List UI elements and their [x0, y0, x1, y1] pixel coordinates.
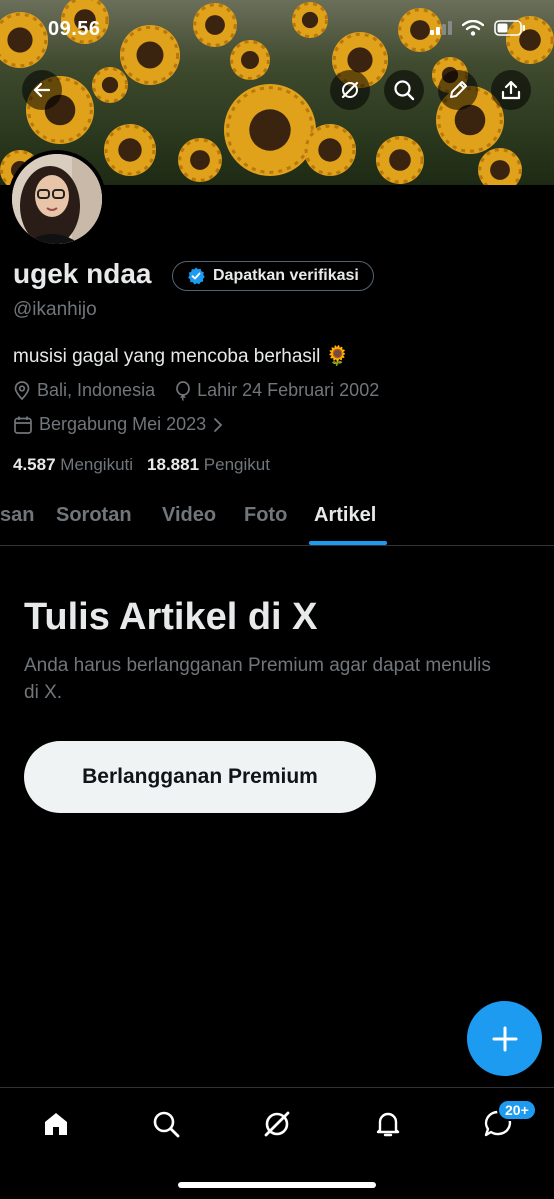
pencil-icon	[450, 81, 467, 98]
share-icon	[501, 80, 521, 100]
following-link[interactable]: 4.587 Mengikuti	[13, 455, 133, 475]
follow-stats: 4.587 Mengikuti 18.881 Pengikut	[13, 455, 270, 475]
birth-text: Lahir 24 Februari 2002	[197, 380, 380, 400]
profile-name: ugek ndaa	[13, 258, 152, 289]
followers-count: 18.881	[147, 455, 200, 474]
balloon-icon	[176, 380, 190, 401]
calendar-icon	[14, 416, 32, 434]
location-pin-icon	[14, 380, 30, 400]
chevron-right-icon	[214, 417, 223, 432]
location-item: Bali, Indonesia	[13, 380, 155, 401]
profile-meta-row: Bali, Indonesia Lahir 24 Februari 2002	[13, 380, 379, 401]
compose-button[interactable]	[467, 1001, 542, 1076]
messages-badge: 20+	[497, 1099, 537, 1121]
arrow-left-icon	[33, 82, 51, 98]
wifi-icon	[462, 20, 484, 36]
joined-row[interactable]: Bergabung Mei 2023	[13, 414, 224, 435]
nav-search[interactable]	[146, 1104, 186, 1144]
search-icon	[153, 1111, 180, 1138]
tab-balasan[interactable]: san	[0, 504, 34, 527]
profile-handle: @ikanhijo	[13, 299, 97, 320]
tab-artikel[interactable]: Artikel	[314, 504, 376, 527]
grok-button[interactable]	[330, 70, 370, 110]
home-icon	[45, 1113, 67, 1135]
get-verified-label: Dapatkan verifikasi	[213, 267, 359, 284]
nav-notifications[interactable]	[368, 1104, 408, 1144]
promo-description: Anda harus berlangganan Premium agar dap…	[24, 655, 491, 703]
promo-title: Tulis Artikel di X	[24, 596, 318, 638]
status-time: 09.56	[48, 18, 101, 40]
grok-icon	[341, 81, 359, 99]
plus-icon	[492, 1026, 517, 1051]
cellular-signal-icon	[430, 21, 452, 35]
battery-icon	[494, 20, 525, 36]
subscribe-premium-button[interactable]: Berlangganan Premium	[24, 741, 376, 813]
nav-grok[interactable]	[257, 1104, 297, 1144]
joined-text: Bergabung Mei 2023	[39, 414, 207, 434]
location-text: Bali, Indonesia	[37, 380, 156, 400]
tab-video[interactable]: Video	[162, 504, 216, 527]
avatar-image	[12, 154, 102, 244]
tab-foto[interactable]: Foto	[244, 504, 287, 527]
home-indicator	[178, 1182, 376, 1188]
profile-tabs: san Sorotan Video Foto Artikel	[0, 498, 554, 546]
nav-home[interactable]	[36, 1104, 76, 1144]
search-icon	[394, 80, 415, 101]
followers-label: Pengikut	[203, 455, 270, 474]
back-button[interactable]	[22, 70, 62, 110]
search-button[interactable]	[384, 70, 424, 110]
bell-icon	[376, 1112, 400, 1137]
get-verified-button[interactable]: Dapatkan verifikasi	[172, 261, 374, 291]
followers-link[interactable]: 18.881 Pengikut	[147, 455, 270, 475]
verified-badge-icon	[188, 267, 205, 285]
grok-icon	[264, 1111, 290, 1137]
tab-sorotan[interactable]: Sorotan	[56, 504, 132, 527]
profile-bio: musisi gagal yang mencoba berhasil 🌻	[13, 346, 350, 367]
birth-item: Lahir 24 Februari 2002	[175, 380, 379, 401]
share-button[interactable]	[491, 70, 531, 110]
status-icons	[430, 20, 526, 36]
edit-button[interactable]	[438, 70, 478, 110]
status-bar: 09.56	[0, 0, 554, 56]
active-tab-indicator	[309, 541, 387, 545]
avatar[interactable]	[8, 150, 106, 248]
following-label: Mengikuti	[60, 455, 134, 474]
following-count: 4.587	[13, 455, 56, 474]
